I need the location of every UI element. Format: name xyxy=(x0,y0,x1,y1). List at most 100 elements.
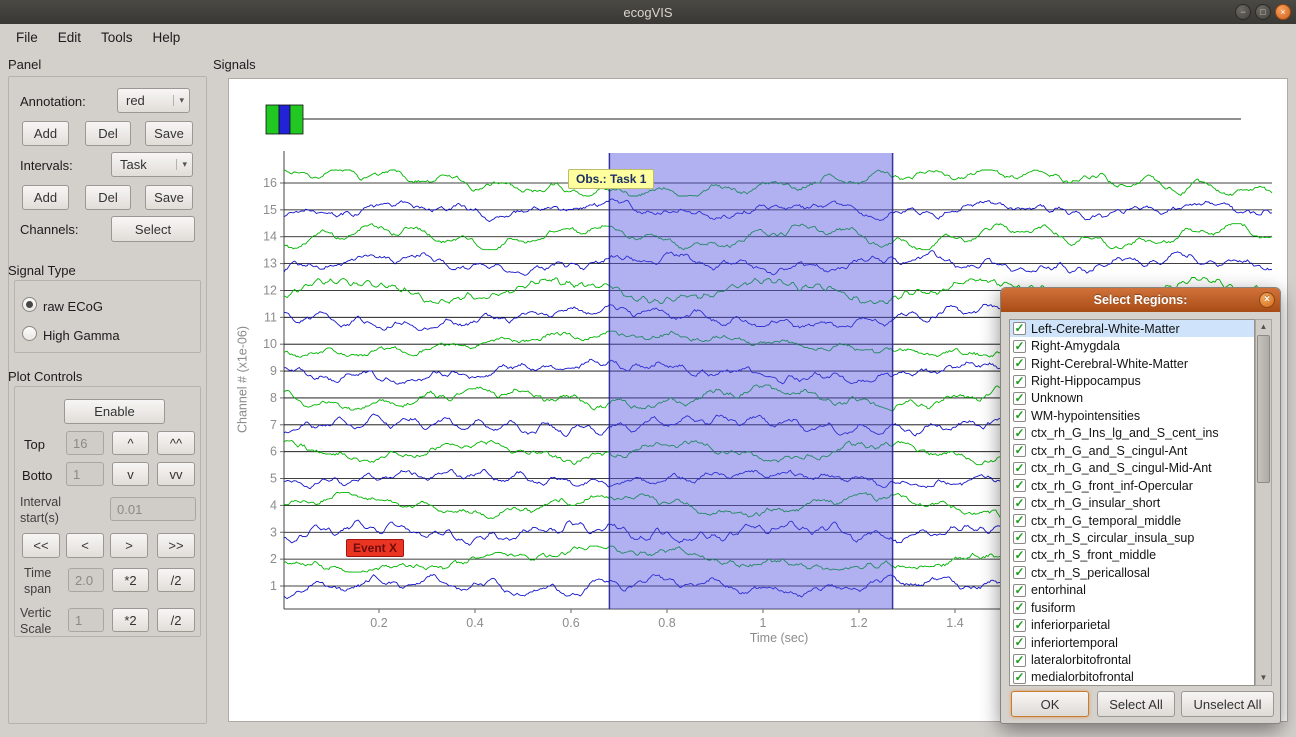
menu-tools[interactable]: Tools xyxy=(91,27,143,48)
region-list[interactable]: ✓Left-Cerebral-White-Matter✓Right-Amygda… xyxy=(1009,319,1255,686)
region-checkbox[interactable]: ✓ xyxy=(1013,427,1026,440)
region-checkbox[interactable]: ✓ xyxy=(1013,636,1026,649)
ok-button[interactable]: OK xyxy=(1011,691,1089,717)
channels-select-button[interactable]: Select xyxy=(111,216,195,242)
menu-edit[interactable]: Edit xyxy=(48,27,91,48)
region-row[interactable]: ✓ctx_rh_S_circular_insula_sup xyxy=(1010,529,1254,546)
step-back-button[interactable]: < xyxy=(66,533,104,558)
region-row[interactable]: ✓ ctx_rh_G_front_inf-Opercular xyxy=(1010,477,1254,494)
region-list-scrollbar[interactable]: ▲ ▼ xyxy=(1255,319,1272,686)
region-checkbox[interactable]: ✓ xyxy=(1013,479,1026,492)
select-regions-dialog: Select Regions: × ✓Left-Cerebral-White-M… xyxy=(1000,287,1281,724)
region-row[interactable]: ✓Right-Hippocampus xyxy=(1010,372,1254,389)
annotation-add-button[interactable]: Add xyxy=(22,121,69,146)
scrollbar-thumb[interactable] xyxy=(1257,335,1270,483)
intervals-combo[interactable]: Task ▾ xyxy=(111,152,193,177)
region-checkbox[interactable]: ✓ xyxy=(1013,409,1026,422)
region-row[interactable]: ✓ctx_rh_G_insular_short xyxy=(1010,494,1254,511)
region-row[interactable]: ✓inferiortemporal xyxy=(1010,634,1254,651)
raw-ecog-radio[interactable] xyxy=(22,297,37,312)
y-tick-label: 12 xyxy=(263,283,277,297)
region-checkbox[interactable]: ✓ xyxy=(1013,392,1026,405)
region-row[interactable]: ✓entorhinal xyxy=(1010,582,1254,599)
time-span-half-button[interactable]: /2 xyxy=(157,568,195,592)
bottom-field[interactable]: 1 xyxy=(66,462,104,486)
page-forward-button[interactable]: >> xyxy=(157,533,195,558)
region-row[interactable]: ✓Right-Cerebral-White-Matter xyxy=(1010,355,1254,372)
region-checkbox[interactable]: ✓ xyxy=(1013,654,1026,667)
region-row[interactable]: ✓Right-Amygdala xyxy=(1010,337,1254,354)
dialog-close-icon[interactable]: × xyxy=(1259,292,1275,308)
intervals-del-button[interactable]: Del xyxy=(85,185,131,210)
region-row[interactable]: ✓lateralorbitofrontal xyxy=(1010,651,1254,668)
maximize-icon[interactable]: □ xyxy=(1255,4,1271,20)
channel-down-button[interactable]: v xyxy=(112,462,149,486)
region-row[interactable]: ✓ctx_rh_S_front_middle xyxy=(1010,547,1254,564)
region-row[interactable]: ✓ctx_rh_S_pericallosal xyxy=(1010,564,1254,581)
region-row[interactable]: ✓WM-hypointensities xyxy=(1010,407,1254,424)
vertical-scale-field[interactable]: 1 xyxy=(68,608,104,632)
scroll-down-icon[interactable]: ▼ xyxy=(1256,671,1271,685)
region-checkbox[interactable]: ✓ xyxy=(1013,566,1026,579)
close-icon[interactable]: × xyxy=(1275,4,1291,20)
region-row[interactable]: ✓fusiform xyxy=(1010,599,1254,616)
region-label: inferiorparietal xyxy=(1031,618,1110,632)
intervals-add-button[interactable]: Add xyxy=(22,185,69,210)
region-checkbox[interactable]: ✓ xyxy=(1013,549,1026,562)
time-span-label-line2: span xyxy=(24,582,51,596)
time-span-field[interactable]: 2.0 xyxy=(68,568,104,592)
region-row[interactable]: ✓ inferiorparietal xyxy=(1010,616,1254,633)
menu-help[interactable]: Help xyxy=(143,27,191,48)
plot-controls-title: Plot Controls xyxy=(8,369,82,384)
channel-down-page-button[interactable]: vv xyxy=(157,462,195,486)
event-marker[interactable]: Event X xyxy=(346,539,404,557)
top-field[interactable]: 16 xyxy=(66,431,104,455)
high-gamma-radio[interactable] xyxy=(22,326,37,341)
region-checkbox[interactable]: ✓ xyxy=(1013,601,1026,614)
interval-start-field[interactable]: 0.01 xyxy=(110,497,196,521)
menu-file[interactable]: File xyxy=(6,27,48,48)
annotation-save-button[interactable]: Save xyxy=(145,121,193,146)
annotation-del-button[interactable]: Del xyxy=(85,121,131,146)
vertical-scale-double-button[interactable]: *2 xyxy=(112,608,149,632)
vertical-scale-half-button[interactable]: /2 xyxy=(157,608,195,632)
region-checkbox[interactable]: ✓ xyxy=(1013,462,1026,475)
region-checkbox[interactable]: ✓ xyxy=(1013,584,1026,597)
annotation-combo[interactable]: red ▾ xyxy=(117,88,190,113)
region-row[interactable]: ✓ctx_rh_G_and_S_cingul-Ant xyxy=(1010,442,1254,459)
region-row[interactable]: ✓medialorbitofrontal xyxy=(1010,669,1254,686)
timeline-window[interactable] xyxy=(266,105,279,134)
region-checkbox[interactable]: ✓ xyxy=(1013,531,1026,544)
region-checkbox[interactable]: ✓ xyxy=(1013,340,1026,353)
select-all-button[interactable]: Select All xyxy=(1097,691,1175,717)
timeline-window[interactable] xyxy=(279,105,290,134)
region-label: ctx_rh_G_Ins_lg_and_S_cent_ins xyxy=(1031,426,1219,440)
scroll-up-icon[interactable]: ▲ xyxy=(1256,320,1271,334)
timeline-window[interactable] xyxy=(290,105,303,134)
unselect-all-button[interactable]: Unselect All xyxy=(1181,691,1274,717)
time-span-double-button[interactable]: *2 xyxy=(112,568,149,592)
region-row[interactable]: ✓ctx_rh_G_temporal_middle xyxy=(1010,512,1254,529)
channel-up-page-button[interactable]: ^^ xyxy=(157,431,195,455)
region-checkbox[interactable]: ✓ xyxy=(1013,671,1026,684)
region-row[interactable]: ✓Unknown xyxy=(1010,390,1254,407)
region-checkbox[interactable]: ✓ xyxy=(1013,322,1026,335)
intervals-save-button[interactable]: Save xyxy=(145,185,193,210)
enable-button[interactable]: Enable xyxy=(64,399,165,424)
minimize-icon[interactable]: − xyxy=(1235,4,1251,20)
channel-up-button[interactable]: ^ xyxy=(112,431,149,455)
region-label: ctx_rh_G_front_inf-Opercular xyxy=(1031,479,1193,493)
region-row[interactable]: ✓Left-Cerebral-White-Matter xyxy=(1010,320,1254,337)
region-checkbox[interactable]: ✓ xyxy=(1013,497,1026,510)
region-checkbox[interactable]: ✓ xyxy=(1013,444,1026,457)
interval-selection-region[interactable] xyxy=(609,153,892,609)
region-row[interactable]: ✓ ctx_rh_G_Ins_lg_and_S_cent_ins xyxy=(1010,425,1254,442)
region-checkbox[interactable]: ✓ xyxy=(1013,357,1026,370)
step-forward-button[interactable]: > xyxy=(110,533,148,558)
region-row[interactable]: ✓ctx_rh_G_and_S_cingul-Mid-Ant xyxy=(1010,460,1254,477)
region-checkbox[interactable]: ✓ xyxy=(1013,375,1026,388)
region-checkbox[interactable]: ✓ xyxy=(1013,514,1026,527)
dialog-title-bar[interactable]: Select Regions: × xyxy=(1001,288,1280,312)
page-back-button[interactable]: << xyxy=(22,533,60,558)
region-checkbox[interactable]: ✓ xyxy=(1013,619,1026,632)
